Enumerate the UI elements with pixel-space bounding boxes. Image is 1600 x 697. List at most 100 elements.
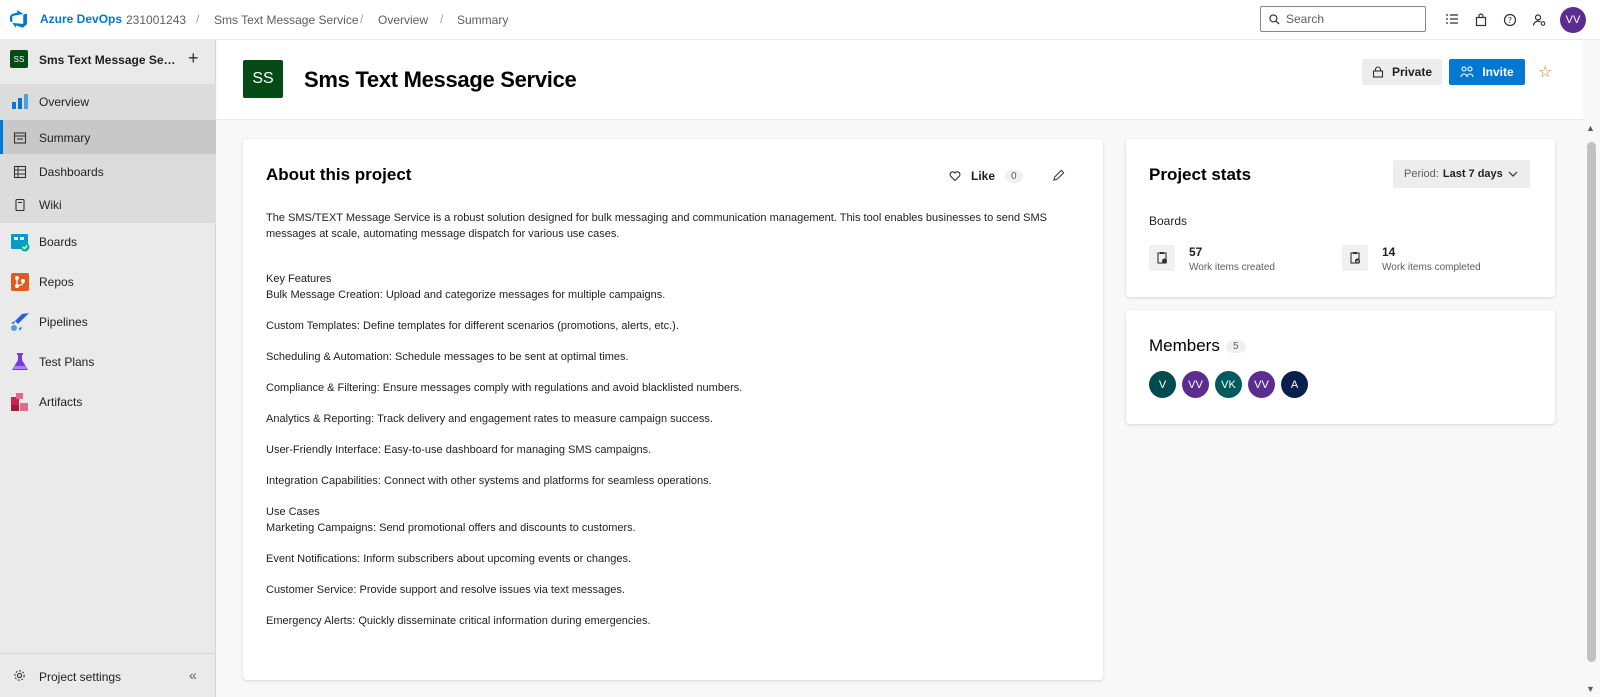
scroll-down-arrow-icon[interactable]: ▼ — [1586, 684, 1595, 694]
member-avatar[interactable]: V — [1149, 371, 1176, 398]
sidebar-item-artifacts[interactable]: Artifacts — [0, 384, 216, 420]
sidebar-bottom: Project settings « — [0, 653, 216, 697]
sidebar-item-test-plans[interactable]: Test Plans — [0, 344, 216, 380]
created-count: 57 — [1189, 245, 1203, 259]
member-avatar[interactable]: VV — [1182, 371, 1209, 398]
breadcrumb-overview[interactable]: Overview — [378, 13, 428, 27]
sidebar-item-repos[interactable]: Repos — [0, 264, 216, 300]
svg-text:?: ? — [1508, 16, 1512, 25]
work-item-completed-icon — [1342, 245, 1368, 271]
overview-icon — [10, 92, 30, 112]
scrollbar[interactable]: ▲ ▼ — [1583, 120, 1600, 697]
heart-icon — [949, 171, 961, 182]
breadcrumb-org[interactable]: 231001243 — [126, 13, 186, 27]
members-card: Members 5 V VV VK VV A — [1126, 310, 1555, 424]
lock-icon — [1372, 66, 1384, 78]
about-intro: The SMS/TEXT Message Service is a robust… — [266, 212, 1047, 240]
test-plans-icon — [10, 352, 30, 372]
pencil-edit-icon[interactable] — [1052, 169, 1065, 182]
sidebar-item-summary[interactable]: Summary — [0, 120, 216, 156]
invite-label: Invite — [1482, 65, 1514, 79]
collapse-sidebar-icon[interactable]: « — [189, 667, 197, 683]
project-stats-card: Project stats Period: Last 7 days Boards… — [1126, 139, 1555, 297]
feature-item: Scheduling & Automation: Schedule messag… — [266, 351, 629, 364]
scroll-up-arrow-icon[interactable]: ▲ — [1586, 123, 1595, 133]
sidebar-item-pipelines[interactable]: Pipelines — [0, 304, 216, 340]
sidebar-item-label: Pipelines — [39, 315, 88, 329]
wiki-icon — [10, 195, 30, 215]
repos-icon — [10, 272, 30, 292]
page-title: Sms Text Message Service — [304, 67, 577, 92]
member-avatar[interactable]: A — [1281, 371, 1308, 398]
period-label: Period: — [1404, 168, 1439, 180]
breadcrumb-separator: / — [196, 12, 200, 26]
shopping-bag-icon[interactable] — [1472, 11, 1490, 29]
scroll-thumb[interactable] — [1587, 142, 1596, 662]
sidebar-item-wiki[interactable]: Wiki — [0, 187, 216, 223]
task-list-icon[interactable] — [1443, 11, 1461, 29]
project-header[interactable]: SS Sms Text Message Service + — [0, 40, 216, 80]
feature-item: Analytics & Reporting: Track delivery an… — [266, 413, 713, 426]
stats-title: Project stats — [1149, 165, 1252, 184]
main-content: SS Sms Text Message Service Private Invi… — [217, 40, 1583, 697]
like-button[interactable]: Like 0 — [949, 169, 1023, 183]
breadcrumb-project[interactable]: Sms Text Message Service — [214, 13, 359, 27]
project-name[interactable]: Sms Text Message Service — [39, 53, 179, 67]
sidebar-item-overview[interactable]: Overview — [0, 84, 216, 120]
member-avatar[interactable]: VK — [1215, 371, 1242, 398]
sidebar-item-label: Dashboards — [39, 165, 104, 179]
feature-item: Compliance & Filtering: Ensure messages … — [266, 382, 743, 395]
private-button[interactable]: Private — [1362, 59, 1442, 85]
user-settings-icon[interactable] — [1530, 11, 1548, 29]
help-icon[interactable]: ? — [1501, 11, 1519, 29]
boards-label: Boards — [1149, 214, 1188, 228]
feature-item: Integration Capabilities: Connect with o… — [266, 475, 712, 488]
search-input[interactable] — [1286, 12, 1416, 26]
artifacts-icon — [10, 392, 30, 412]
created-label: Work items created — [1189, 262, 1275, 273]
period-value: Last 7 days — [1442, 168, 1503, 180]
sidebar: SS Sms Text Message Service + Overview S… — [0, 40, 216, 697]
feature-item: Bulk Message Creation: Upload and catego… — [266, 289, 666, 302]
top-bar: Azure DevOps 231001243 / Sms Text Messag… — [0, 0, 1600, 40]
sidebar-item-label: Overview — [39, 95, 90, 109]
breadcrumb-separator: / — [360, 12, 364, 26]
completed-count: 14 — [1382, 245, 1396, 259]
project-avatar: SS — [243, 60, 283, 98]
breadcrumb-summary[interactable]: Summary — [457, 13, 508, 27]
chevron-down-icon — [1508, 171, 1518, 177]
sidebar-item-label: Summary — [39, 131, 91, 145]
summary-icon — [10, 128, 30, 148]
azure-devops-logo-icon[interactable] — [10, 10, 28, 28]
completed-label: Work items completed — [1382, 262, 1481, 273]
about-title: About this project — [266, 165, 412, 184]
invite-button[interactable]: Invite — [1449, 59, 1525, 85]
search-icon — [1269, 13, 1280, 25]
members-title: Members — [1149, 336, 1220, 355]
user-avatar[interactable]: VV — [1560, 7, 1586, 33]
period-dropdown[interactable]: Period: Last 7 days — [1393, 160, 1530, 188]
sidebar-item-label: Repos — [39, 275, 74, 289]
pipelines-icon — [10, 312, 30, 332]
page-header: SS Sms Text Message Service Private Invi… — [217, 40, 1583, 120]
project-settings-link[interactable]: Project settings — [39, 670, 121, 684]
project-badge: SS — [10, 50, 28, 68]
search-box[interactable] — [1260, 6, 1426, 32]
key-features-heading: Key Features — [266, 273, 332, 286]
brand-name[interactable]: Azure DevOps — [40, 12, 122, 26]
use-case-item: Event Notifications: Inform subscribers … — [266, 552, 632, 565]
sidebar-item-label: Test Plans — [39, 355, 95, 369]
about-project-card: About this project Like 0 The SMS/TEXT M… — [243, 139, 1103, 680]
sidebar-item-dashboards[interactable]: Dashboards — [0, 154, 216, 190]
members-count: 5 — [1226, 340, 1246, 353]
add-icon[interactable]: + — [188, 48, 199, 69]
member-avatar[interactable]: VV — [1248, 371, 1275, 398]
sidebar-item-boards[interactable]: Boards — [0, 224, 216, 260]
sidebar-item-label: Boards — [39, 235, 78, 249]
like-label: Like — [971, 169, 996, 183]
boards-icon — [10, 232, 30, 252]
use-case-item: Marketing Campaigns: Send promotional of… — [266, 521, 636, 534]
favorite-star-icon[interactable]: ☆ — [1538, 62, 1552, 82]
sidebar-item-label: Wiki — [39, 198, 62, 212]
private-label: Private — [1391, 65, 1433, 79]
